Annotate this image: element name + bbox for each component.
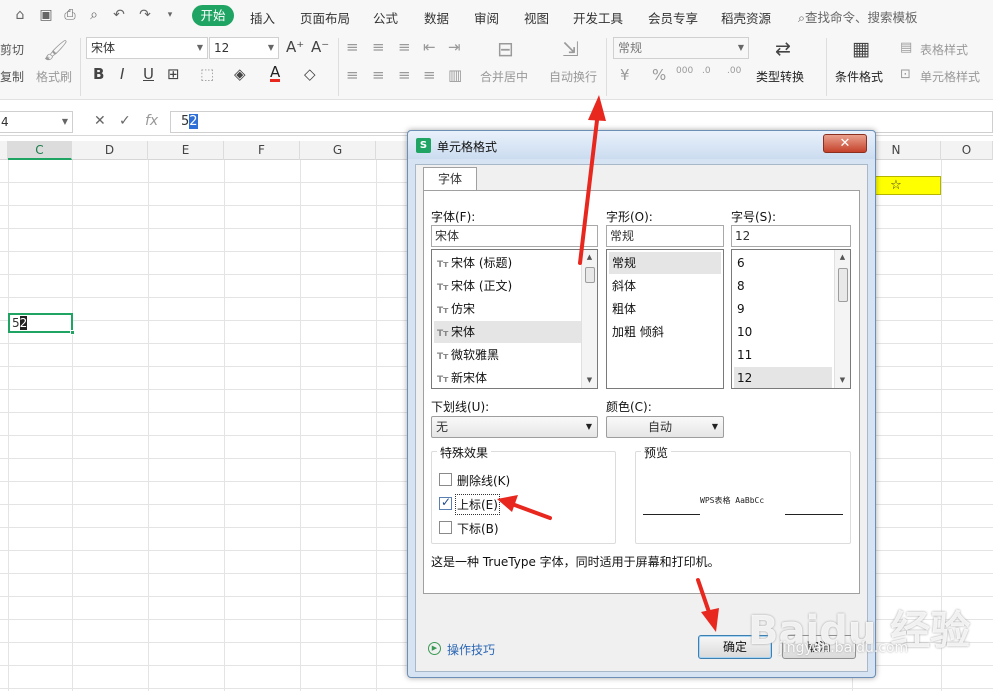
red-arrow-to-superscript [497,495,552,520]
red-arrow-to-ok-button [696,578,719,632]
annotation-arrows [497,95,719,632]
red-arrow-to-ribbon [578,95,606,265]
baidu-watermark-url: jingyan.baidu.com [779,640,909,656]
